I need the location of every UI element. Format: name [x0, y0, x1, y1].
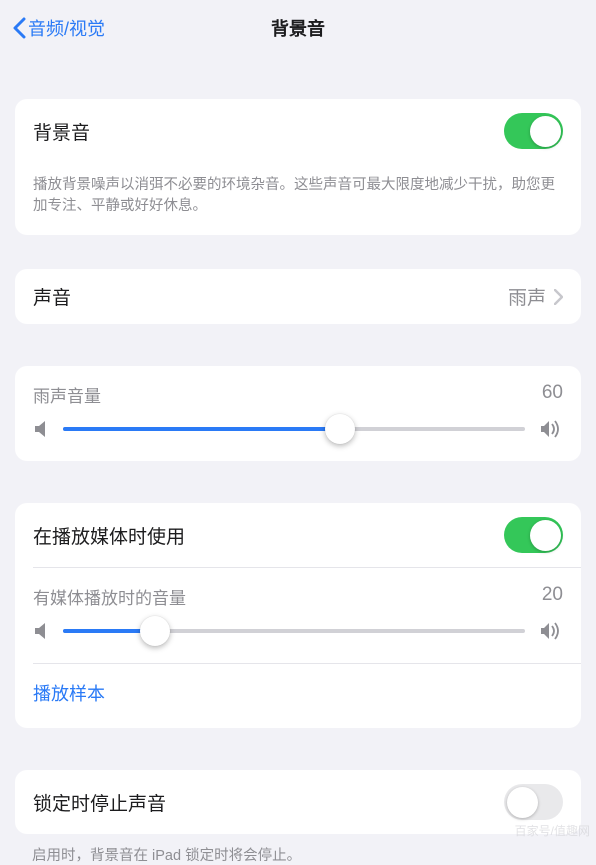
slider-fill [63, 427, 340, 431]
volume-min-icon [33, 419, 49, 439]
row-lock-stop: 锁定时停止声音 [15, 770, 581, 834]
nav-bar: 音频/视觉 背景音 [0, 0, 596, 55]
volume-min-icon [33, 621, 49, 641]
volume-max-icon [539, 419, 563, 439]
slider-thumb[interactable] [325, 414, 355, 444]
watermark: 百家号/值趣网 [515, 822, 590, 839]
media-volume-header: 有媒体播放时的音量 20 [15, 568, 581, 617]
media-volume-value: 20 [542, 584, 563, 609]
section-lock-stop: 锁定时停止声音 [15, 770, 581, 834]
section-sound-volume: 雨声音量 60 [15, 366, 581, 461]
media-volume-label: 有媒体播放时的音量 [33, 584, 186, 609]
background-sound-toggle[interactable] [504, 113, 563, 149]
chevron-right-icon [554, 289, 563, 305]
sound-volume-label: 雨声音量 [33, 382, 101, 407]
row-sound-select[interactable]: 声音 雨声 [15, 269, 581, 324]
back-button[interactable]: 音频/视觉 [12, 15, 105, 41]
lock-stop-footer: 启用时，背景音在 iPad 锁定时将会停止。 [0, 834, 596, 865]
play-sample-button[interactable]: 播放样本 [15, 664, 581, 728]
chevron-left-icon [12, 17, 26, 39]
background-sound-description: 播放背景噪声以消弭不必要的环境杂音。这些声音可最大限度地减少干扰，助您更加专注、… [15, 163, 581, 217]
media-volume-slider-row [15, 617, 581, 663]
sound-label: 声音 [33, 283, 71, 310]
row-background-sound-toggle: 背景音 [15, 99, 581, 163]
section-background-sound: 背景音 播放背景噪声以消弭不必要的环境杂音。这些声音可最大限度地减少干扰，助您更… [15, 99, 581, 235]
back-label: 音频/视觉 [28, 15, 105, 41]
use-with-media-toggle[interactable] [504, 517, 563, 553]
lock-stop-label: 锁定时停止声音 [33, 789, 166, 816]
media-volume-slider[interactable] [63, 629, 525, 633]
toggle-knob [530, 520, 561, 551]
toggle-knob [530, 116, 561, 147]
sound-volume-slider[interactable] [63, 427, 525, 431]
sound-value: 雨声 [508, 283, 546, 310]
background-sound-label: 背景音 [33, 118, 90, 145]
section-media: 在播放媒体时使用 有媒体播放时的音量 20 播放样本 [15, 503, 581, 728]
sound-volume-header: 雨声音量 60 [15, 366, 581, 415]
toggle-knob [507, 787, 538, 818]
row-use-with-media: 在播放媒体时使用 [15, 503, 581, 567]
sound-volume-value: 60 [542, 382, 563, 407]
lock-stop-toggle[interactable] [504, 784, 563, 820]
slider-thumb[interactable] [140, 616, 170, 646]
section-sound-select: 声音 雨声 [15, 269, 581, 324]
volume-max-icon [539, 621, 563, 641]
use-with-media-label: 在播放媒体时使用 [33, 522, 185, 549]
sound-volume-slider-row [15, 415, 581, 461]
